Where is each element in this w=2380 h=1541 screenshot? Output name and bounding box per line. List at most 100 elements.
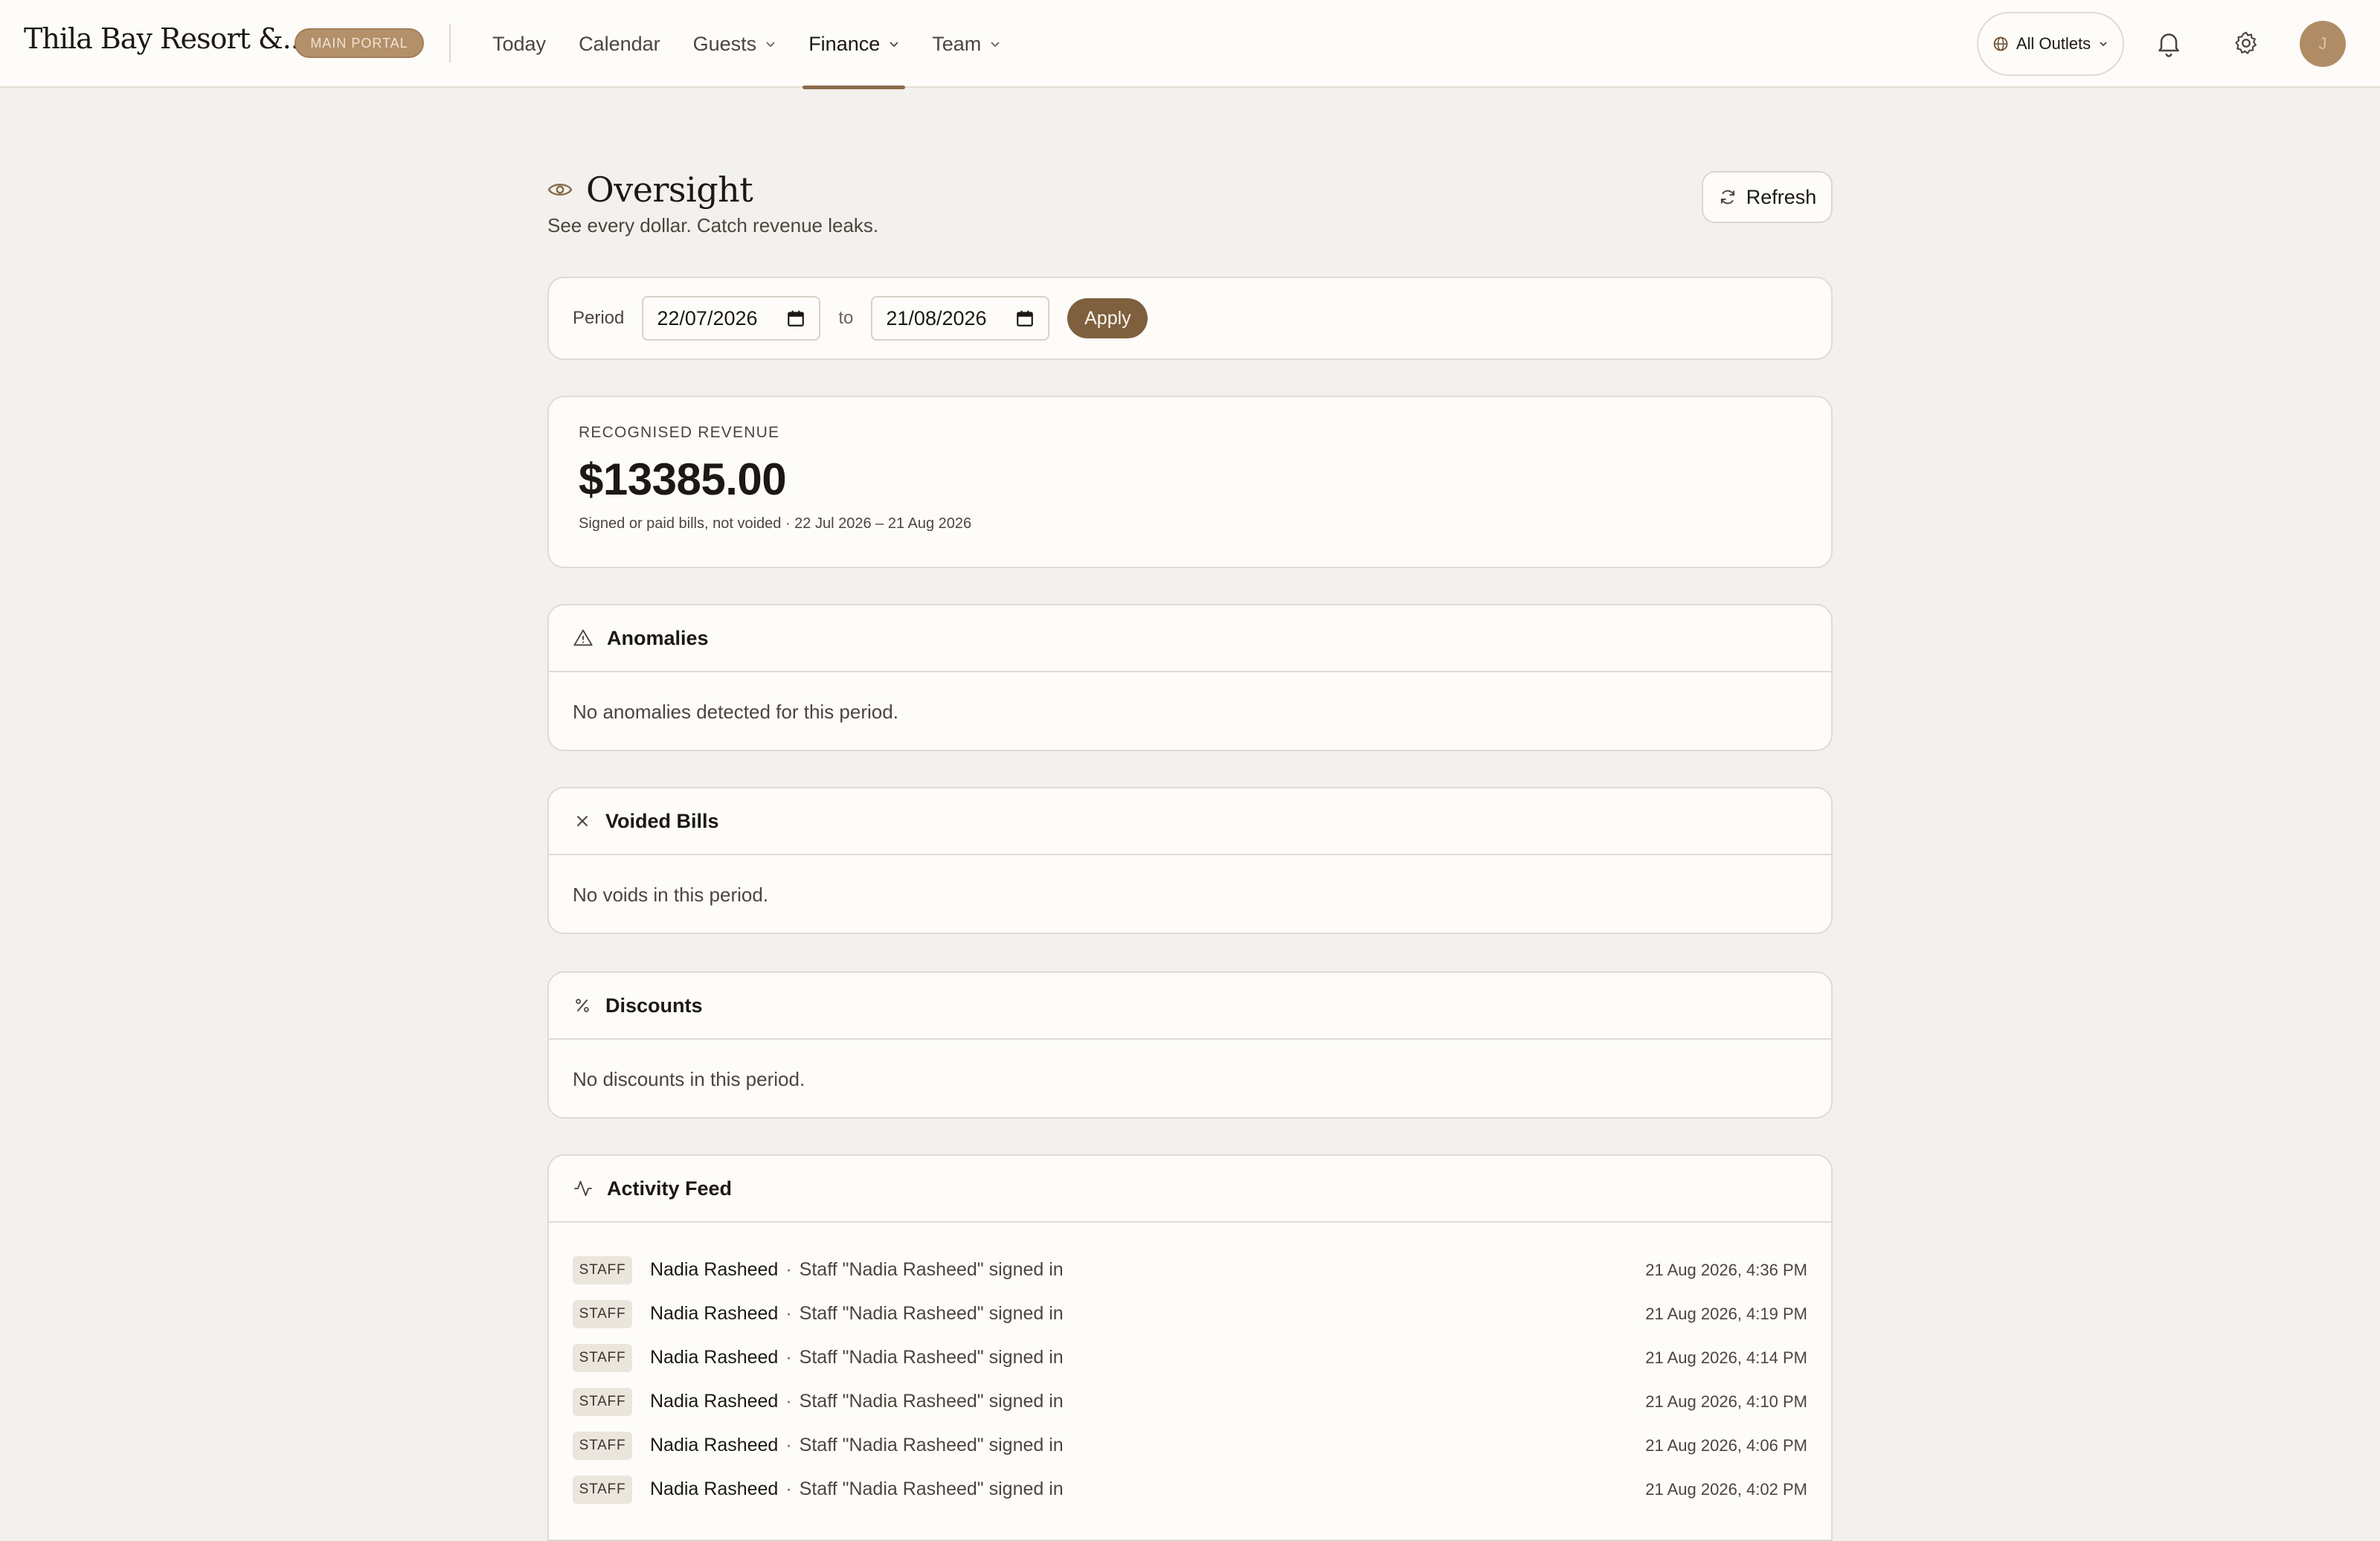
nav-item-label: Guests (692, 32, 757, 55)
period-filter: Period 22/07/2026 to 21/08/2026 Apply (547, 277, 1833, 360)
revenue-card: RECOGNISED REVENUE $13385.00 Signed or p… (547, 396, 1833, 568)
close-icon (576, 815, 588, 827)
nav-item-finance[interactable]: Finance (792, 0, 916, 89)
activity-row[interactable]: STAFF Nadia Rasheed · Staff "Nadia Rashe… (573, 1248, 1807, 1292)
brand-name[interactable]: Thila Bay Resort &... (24, 22, 308, 55)
anomalies-empty: No anomalies detected for this period. (573, 701, 898, 723)
activity-separator: · (785, 1259, 792, 1280)
activity-separator: · (785, 1303, 792, 1324)
globe-icon (1993, 36, 2008, 51)
activity-separator: · (785, 1479, 792, 1499)
page-title: Oversight (547, 170, 753, 210)
activity-row[interactable]: STAFF Nadia Rasheed · Staff "Nadia Rashe… (573, 1292, 1807, 1336)
activity-time: 21 Aug 2026, 4:36 PM (1645, 1260, 1807, 1279)
calendar-icon[interactable] (786, 309, 805, 328)
chevron-down-icon (766, 42, 775, 48)
activity-name: Nadia Rasheed (650, 1479, 779, 1499)
revenue-label: RECOGNISED REVENUE (579, 424, 780, 441)
activity-time: 21 Aug 2026, 4:19 PM (1645, 1304, 1807, 1323)
refresh-label: Refresh (1746, 185, 1817, 208)
activity-feed-title: Activity Feed (607, 1177, 733, 1200)
nav-item-today[interactable]: Today (476, 0, 562, 88)
activity-feed-header: Activity Feed (549, 1156, 1831, 1223)
activity-message: Staff "Nadia Rasheed" signed in (799, 1435, 1064, 1455)
nav-item-label: Team (932, 32, 982, 55)
activity-time: 21 Aug 2026, 4:06 PM (1645, 1435, 1807, 1455)
gear-icon (2235, 31, 2257, 54)
outlet-selector[interactable]: All Outlets (1977, 12, 2124, 76)
date-from-value: 22/07/2026 (657, 306, 758, 329)
percent-icon (576, 999, 589, 1012)
voided-bills-title: Voided Bills (605, 809, 719, 832)
activity-separator: · (785, 1347, 792, 1368)
anomalies-title: Anomalies (607, 626, 709, 649)
activity-time: 21 Aug 2026, 4:14 PM (1645, 1348, 1807, 1367)
apply-button[interactable]: Apply (1067, 298, 1148, 338)
outlet-selector-label: All Outlets (2016, 34, 2091, 53)
discounts-header: Discounts (549, 973, 1831, 1040)
activity-icon (574, 1180, 592, 1197)
activity-row[interactable]: STAFF Nadia Rasheed · Staff "Nadia Rashe… (573, 1380, 1807, 1423)
nav-item-label: Calendar (579, 32, 660, 55)
activity-time: 21 Aug 2026, 4:10 PM (1645, 1392, 1807, 1411)
main-nav: Today Calendar Guests Finance Team (476, 0, 1017, 89)
refresh-icon (1720, 190, 1734, 205)
nav-item-calendar[interactable]: Calendar (562, 0, 677, 88)
activity-list: STAFF Nadia Rasheed · Staff "Nadia Rashe… (549, 1223, 1831, 1511)
eye-icon (547, 184, 573, 196)
page-title-text: Oversight (586, 170, 753, 210)
activity-row[interactable]: STAFF Nadia Rasheed · Staff "Nadia Rashe… (573, 1423, 1807, 1467)
nav-item-guests[interactable]: Guests (677, 0, 793, 88)
bell-icon (2158, 33, 2179, 57)
notifications-button[interactable] (2149, 24, 2188, 62)
portal-badge: MAIN PORTAL (295, 28, 424, 58)
voided-bills-empty: No voids in this period. (573, 884, 769, 906)
staff-tag: STAFF (573, 1475, 632, 1504)
activity-feed-panel: Activity Feed STAFF Nadia Rasheed · Staf… (547, 1154, 1833, 1541)
date-to-input[interactable]: 21/08/2026 (871, 296, 1050, 341)
activity-name: Nadia Rasheed (650, 1303, 779, 1324)
calendar-icon[interactable] (1015, 309, 1035, 328)
voided-bills-panel: Voided Bills No voids in this period. (547, 787, 1833, 934)
activity-message: Staff "Nadia Rasheed" signed in (799, 1259, 1064, 1280)
revenue-value: $13385.00 (579, 454, 787, 504)
divider (449, 24, 451, 62)
anomalies-panel: Anomalies No anomalies detected for this… (547, 604, 1833, 751)
date-from-input[interactable]: 22/07/2026 (642, 296, 821, 341)
activity-time: 21 Aug 2026, 4:02 PM (1645, 1479, 1807, 1499)
activity-name: Nadia Rasheed (650, 1435, 779, 1455)
activity-separator: · (785, 1391, 792, 1412)
settings-button[interactable] (2227, 24, 2265, 62)
staff-tag: STAFF (573, 1255, 632, 1284)
nav-item-label: Today (492, 32, 547, 55)
staff-tag: STAFF (573, 1299, 632, 1328)
voided-bills-header: Voided Bills (549, 788, 1831, 855)
staff-tag: STAFF (573, 1387, 632, 1416)
activity-message: Staff "Nadia Rasheed" signed in (799, 1303, 1064, 1324)
activity-message: Staff "Nadia Rasheed" signed in (799, 1347, 1064, 1368)
date-to-value: 21/08/2026 (886, 306, 987, 329)
period-label: Period (573, 308, 625, 328)
nav-item-label: Finance (808, 32, 881, 55)
discounts-panel: Discounts No discounts in this period. (547, 971, 1833, 1119)
page-subtitle: See every dollar. Catch revenue leaks. (547, 214, 879, 237)
activity-row[interactable]: STAFF Nadia Rasheed · Staff "Nadia Rashe… (573, 1336, 1807, 1380)
activity-separator: · (785, 1435, 792, 1455)
avatar-initial: J (2318, 34, 2327, 53)
activity-name: Nadia Rasheed (650, 1391, 779, 1412)
activity-name: Nadia Rasheed (650, 1347, 779, 1368)
nav-item-team[interactable]: Team (916, 0, 1017, 88)
chevron-down-icon (991, 42, 1000, 48)
activity-message: Staff "Nadia Rasheed" signed in (799, 1391, 1064, 1412)
chevron-down-icon (890, 42, 898, 48)
user-avatar[interactable]: J (2300, 21, 2346, 67)
discounts-empty: No discounts in this period. (573, 1068, 805, 1090)
activity-row[interactable]: STAFF Nadia Rasheed · Staff "Nadia Rashe… (573, 1467, 1807, 1511)
refresh-button[interactable]: Refresh (1702, 171, 1833, 223)
top-navigation-bar: Thila Bay Resort &... MAIN PORTAL Today … (0, 0, 2380, 89)
activity-message: Staff "Nadia Rasheed" signed in (799, 1479, 1064, 1499)
to-label: to (838, 308, 854, 328)
warning-icon (573, 629, 593, 646)
staff-tag: STAFF (573, 1343, 632, 1372)
chevron-down-icon (2100, 42, 2107, 47)
